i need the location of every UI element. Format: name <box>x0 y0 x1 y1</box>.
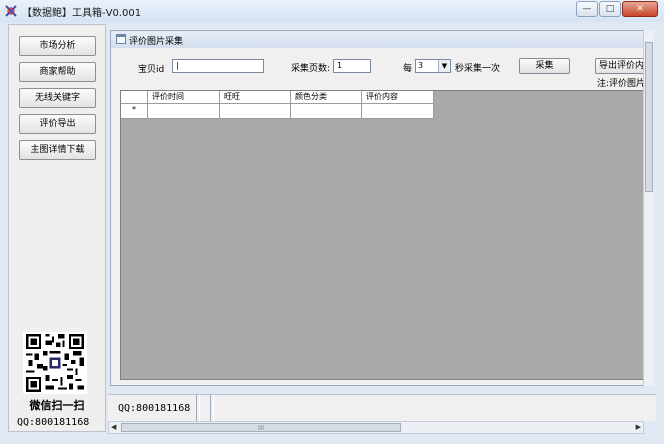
scroll-left-icon[interactable]: ◀ <box>111 423 116 431</box>
wireless-keywords-button[interactable]: 无线关键字 <box>19 88 96 108</box>
export-reviews-button[interactable]: 导出评价内容 <box>595 58 645 74</box>
column-header-wangwang[interactable]: 旺旺 <box>220 91 291 104</box>
close-button[interactable]: ✕ <box>622 1 658 17</box>
table-cell[interactable] <box>148 104 220 119</box>
table-cell[interactable] <box>362 104 434 119</box>
vertical-scroll-thumb[interactable] <box>645 42 653 192</box>
column-header-review-time[interactable]: 评价时间 <box>148 91 220 104</box>
note-label: 注:评价图片 <box>597 79 646 89</box>
wechat-qr-code <box>23 332 87 394</box>
grid-header: 评价时间 旺旺 颜色分类 评价内容 <box>121 91 434 104</box>
child-window-title: 评价图片采集 <box>129 37 184 47</box>
pages-label: 采集页数: <box>291 64 331 74</box>
window-title: 【数据鲍】工具箱-V0.001 <box>22 8 142 19</box>
table-cell[interactable] <box>291 104 362 119</box>
horizontal-scroll-thumb[interactable]: III <box>121 423 401 432</box>
new-row[interactable]: * <box>121 104 434 119</box>
status-separator <box>196 395 200 421</box>
minimize-button[interactable]: — <box>576 1 598 17</box>
horizontal-scrollbar[interactable]: ◀ III ▶ <box>108 421 644 434</box>
child-title-bar[interactable]: 评价图片采集 <box>111 31 653 48</box>
column-header-color[interactable]: 颜色分类 <box>291 91 362 104</box>
main-window: 【数据鲍】工具箱-V0.001 — □ ✕ 市场分析 商家帮助 无线关键字 评价… <box>0 0 664 444</box>
review-export-button[interactable]: 评价导出 <box>19 114 96 134</box>
left-panel: 市场分析 商家帮助 无线关键字 评价导出 主图详情下载 微信扫一扫 QQ:800… <box>8 24 106 432</box>
table-cell[interactable] <box>220 104 291 119</box>
interval-suffix-label: 秒采集一次 <box>455 64 501 74</box>
review-image-collector-window: 评价图片采集 宝贝id | 采集页数: 1 每 3 ▼ 秒采集一次 采集 导出评… <box>110 30 654 386</box>
every-label: 每 <box>403 64 413 74</box>
scroll-right-icon[interactable]: ▶ <box>636 423 641 431</box>
main-image-download-button[interactable]: 主图详情下载 <box>19 140 96 160</box>
status-separator <box>210 395 214 421</box>
market-analysis-button[interactable]: 市场分析 <box>19 36 96 56</box>
qq-contact: QQ:800181168 <box>17 417 90 428</box>
interval-value: 3 <box>418 61 424 70</box>
review-data-grid[interactable]: 评价时间 旺旺 颜色分类 评价内容 * <box>120 90 646 380</box>
window-controls: — □ ✕ <box>575 1 658 17</box>
row-header-corner <box>121 91 148 104</box>
title-bar[interactable]: 【数据鲍】工具箱-V0.001 — □ ✕ <box>0 0 664 22</box>
merchant-help-button[interactable]: 商家帮助 <box>19 62 96 82</box>
collect-button[interactable]: 采集 <box>519 58 570 74</box>
column-header-review-content[interactable]: 评价内容 <box>362 91 434 104</box>
pages-input[interactable]: 1 <box>333 59 371 73</box>
form-icon <box>116 34 126 44</box>
item-id-input[interactable]: | <box>172 59 264 73</box>
vertical-scrollbar[interactable] <box>643 30 654 386</box>
interval-select[interactable]: 3 ▼ <box>415 59 451 73</box>
status-bar: QQ:800181168 <box>108 394 656 421</box>
app-icon <box>5 5 17 17</box>
item-id-label: 宝贝id <box>138 65 165 75</box>
maximize-button[interactable]: □ <box>599 1 621 17</box>
new-row-marker: * <box>121 104 148 119</box>
qr-caption: 微信扫一扫 <box>29 399 85 412</box>
chevron-down-icon[interactable]: ▼ <box>438 60 450 72</box>
status-qq: QQ:800181168 <box>118 403 191 414</box>
